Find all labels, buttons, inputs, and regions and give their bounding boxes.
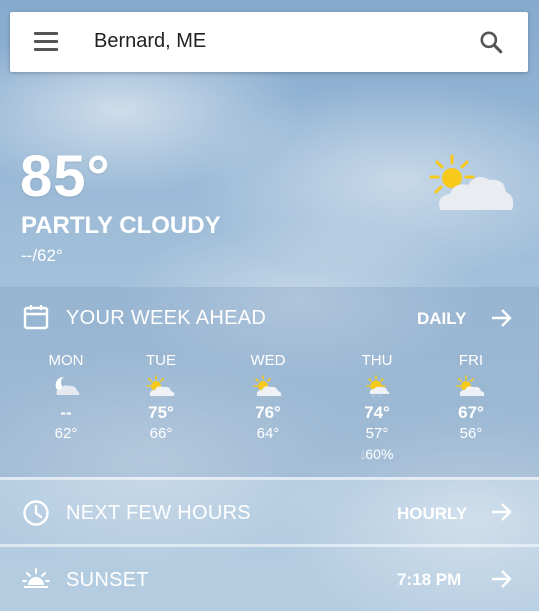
partly-sunny-icon xyxy=(146,375,175,396)
day-high: 76° xyxy=(255,403,281,422)
forecast-day[interactable]: WED 76° 64° xyxy=(228,352,308,442)
forecast-day[interactable]: THU 74° 57° 💧︎60% xyxy=(337,352,417,463)
sunset-time: 7:18 PM xyxy=(397,570,462,589)
week-ahead-title: YOUR WEEK AHEAD xyxy=(66,307,267,329)
arrow-right-icon[interactable] xyxy=(490,568,514,590)
next-few-hours-row[interactable]: NEXT FEW HOURS HOURLY xyxy=(0,480,539,544)
sunset-row[interactable]: SUNSET 7:18 PM xyxy=(0,547,539,611)
day-name: MON xyxy=(48,352,84,369)
current-hi-lo: --/62° xyxy=(21,246,63,265)
precip-value: 60% xyxy=(365,446,394,462)
next-few-hours-title: NEXT FEW HOURS xyxy=(66,502,251,524)
location-text[interactable]: Bernard, ME xyxy=(94,30,206,53)
hamburger-menu-icon[interactable] xyxy=(34,32,58,52)
day-name: WED xyxy=(250,352,286,369)
day-low: 62° xyxy=(54,425,78,442)
day-name: THU xyxy=(361,352,393,369)
moon-cloud-icon xyxy=(55,376,80,395)
arrow-right-icon[interactable] xyxy=(490,501,514,523)
day-low: 57° xyxy=(365,425,389,442)
partly-sunny-icon xyxy=(253,375,282,396)
hourly-link[interactable]: HOURLY xyxy=(397,504,467,524)
sunset-title: SUNSET xyxy=(66,569,149,591)
sunset-icon xyxy=(22,568,50,588)
current-temperature: 85° xyxy=(20,144,111,209)
day-high: 75° xyxy=(148,403,174,422)
day-name: TUE xyxy=(146,352,176,369)
day-low: 64° xyxy=(256,425,280,442)
partly-sunny-icon xyxy=(429,154,514,210)
day-high: -- xyxy=(60,403,72,422)
day-high: 74° xyxy=(364,403,390,422)
sun-rain-icon xyxy=(366,375,390,397)
partly-sunny-icon xyxy=(456,375,485,396)
daily-link[interactable]: DAILY xyxy=(417,309,466,329)
forecast-day[interactable]: TUE 75° 66° xyxy=(121,352,201,442)
day-high: 67° xyxy=(458,403,484,422)
arrow-right-icon[interactable] xyxy=(490,307,514,329)
search-bar[interactable]: Bernard, ME xyxy=(10,12,528,72)
day-low: 56° xyxy=(459,425,483,442)
day-precip: 💧︎60% xyxy=(337,446,417,463)
current-condition: PARTLY CLOUDY xyxy=(21,212,221,239)
forecast-day[interactable]: FRI 67° 56° xyxy=(431,352,511,442)
clock-icon xyxy=(23,500,49,526)
forecast-day[interactable]: MON -- 62° xyxy=(26,352,106,442)
day-name: FRI xyxy=(458,352,484,369)
day-low: 66° xyxy=(149,425,173,442)
calendar-icon xyxy=(23,305,49,330)
search-icon[interactable] xyxy=(478,29,504,55)
